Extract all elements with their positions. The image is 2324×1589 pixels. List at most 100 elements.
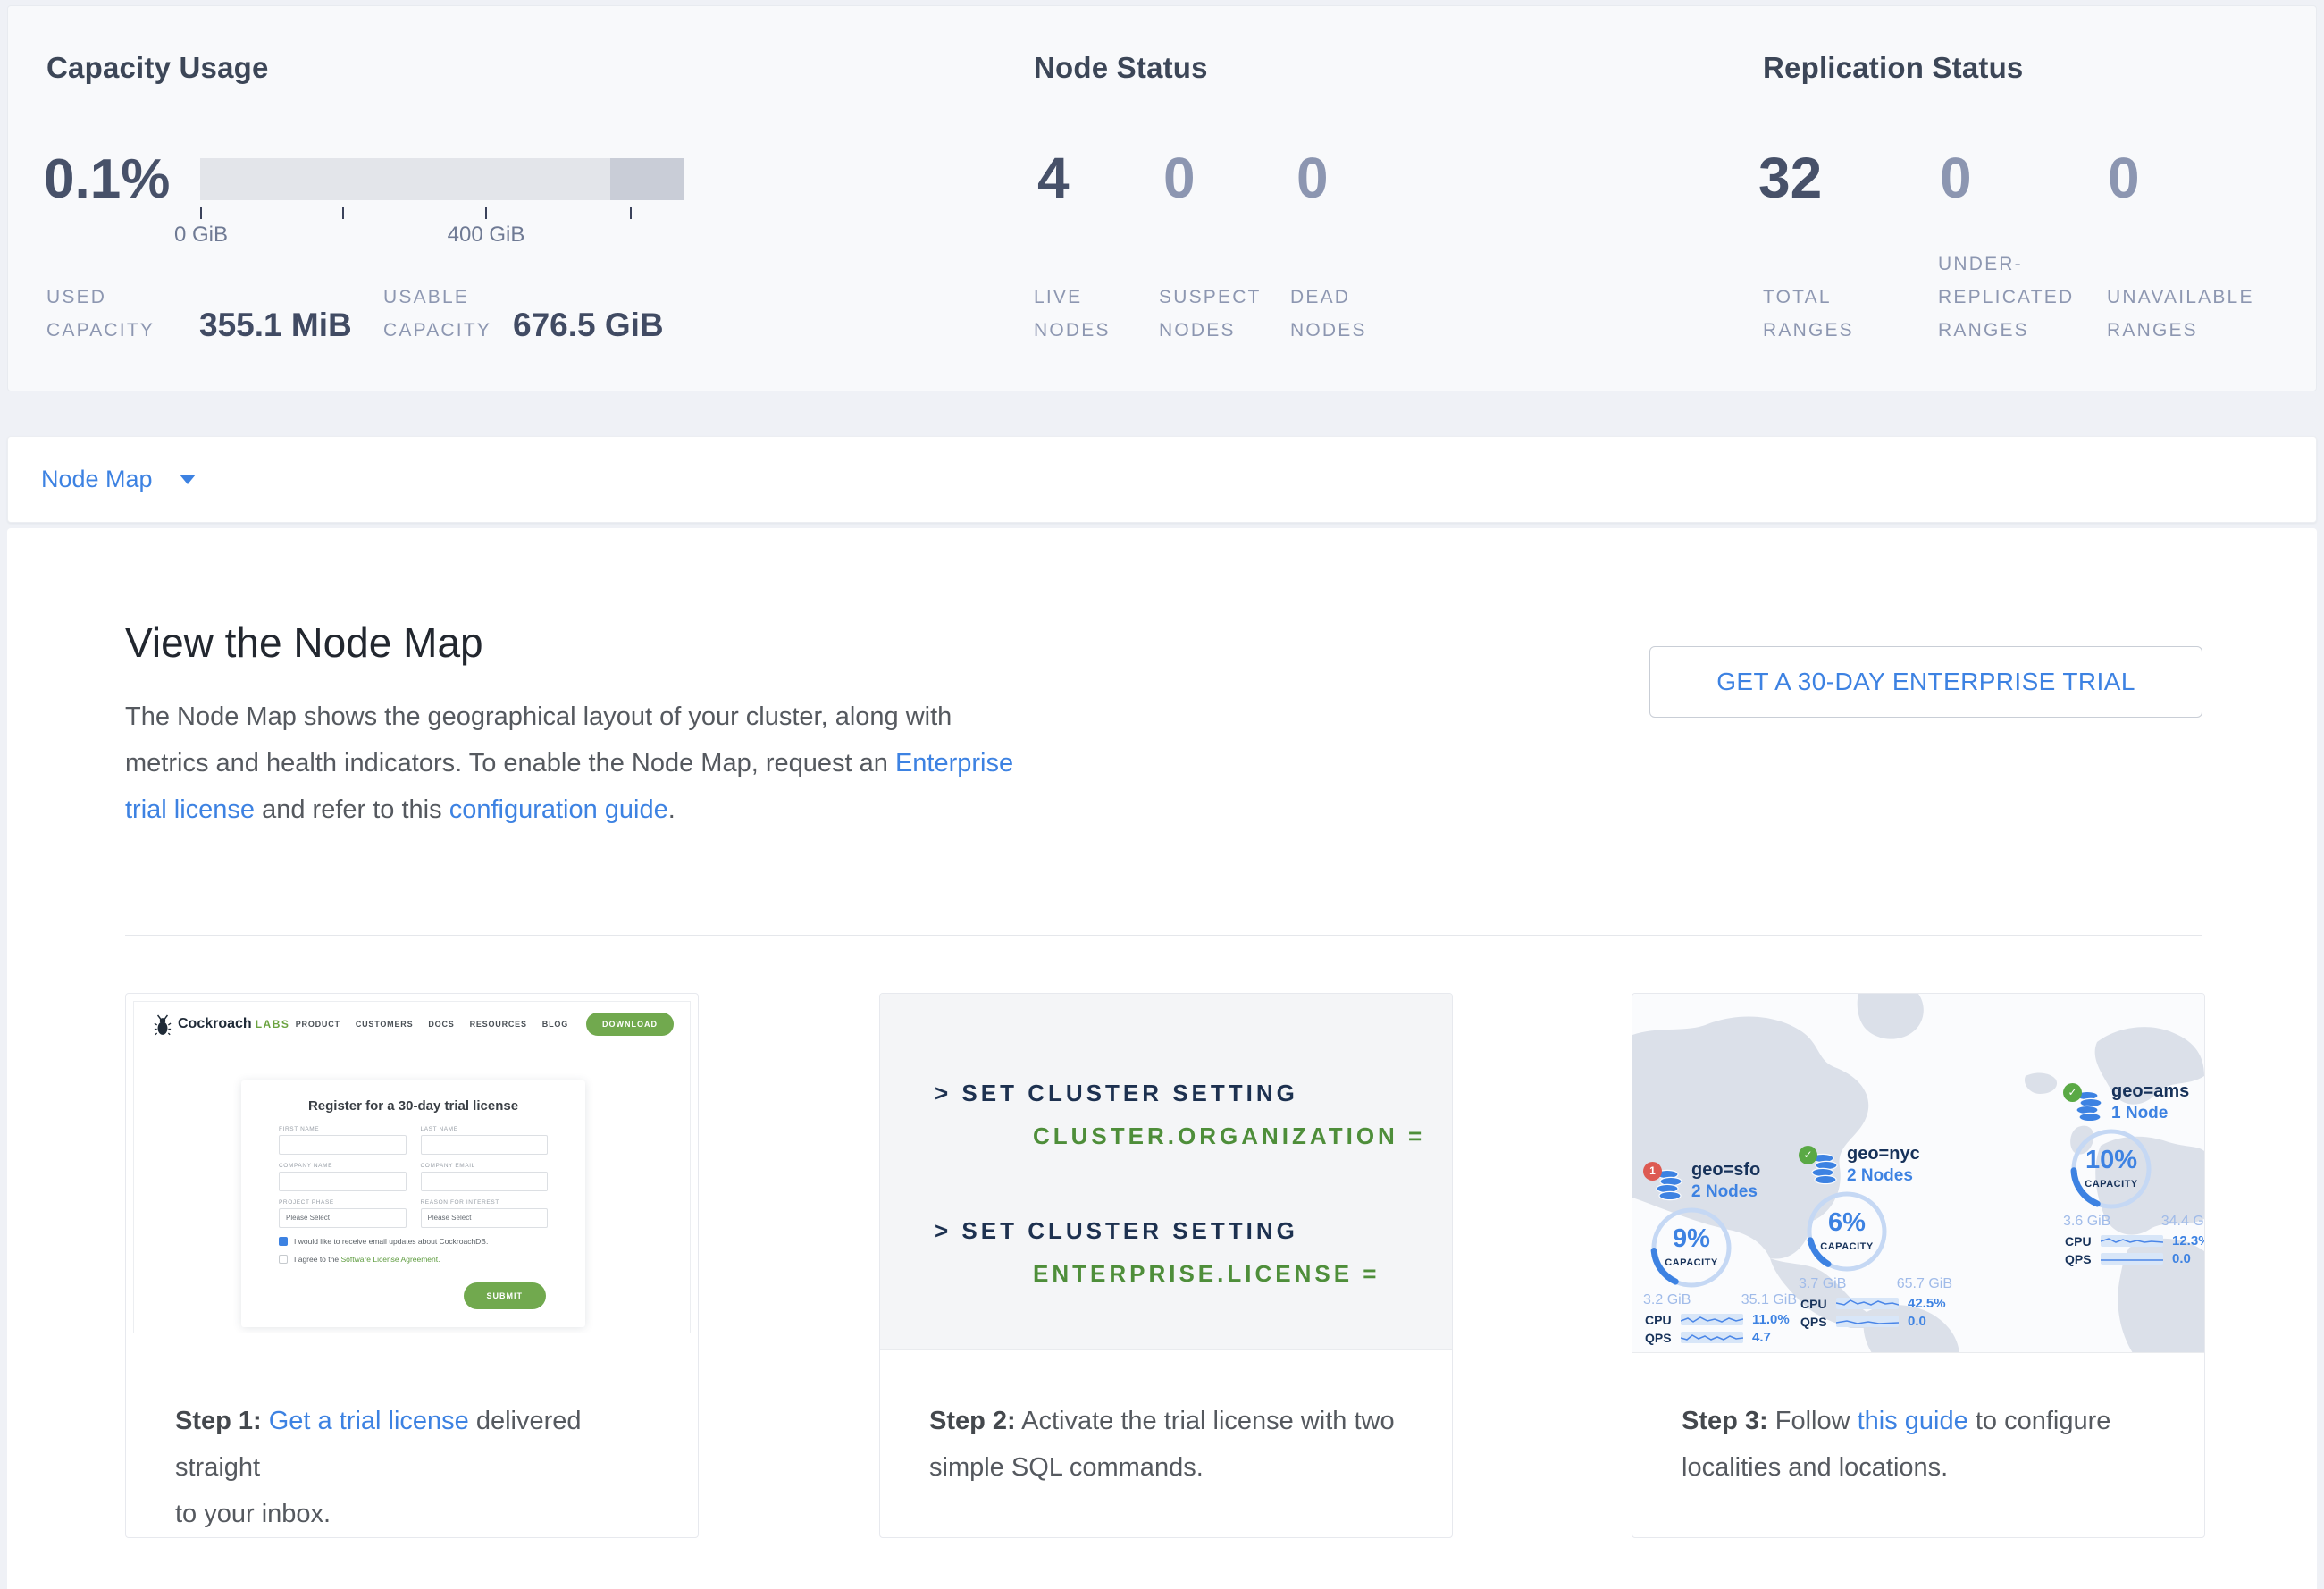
capacity-bar — [200, 158, 684, 200]
used-capacity-label: USEDCAPACITY — [46, 281, 155, 347]
content-area: View the Node Map The Node Map shows the… — [7, 528, 2317, 1589]
map-node-nyc: ✓ geo=nyc 2 Nodes 6% — [1799, 1142, 1951, 1332]
mini-reason-select: Please Select — [421, 1208, 549, 1228]
text-link[interactable]: configuration guide — [449, 795, 668, 824]
locality-node-count: 2 Nodes — [1847, 1166, 1913, 1186]
sql-line: > SET CLUSTER SETTING — [935, 1217, 1298, 1245]
mini-company-name-input — [279, 1172, 407, 1191]
mini-nav-item: CUSTOMERS — [356, 1020, 414, 1029]
mini-site-logo: Cockroach LABS — [154, 1013, 289, 1036]
qps-metric-row: QPS 0.0 — [2065, 1251, 2204, 1266]
total-ranges-label: TOTALRANGES — [1763, 281, 1854, 347]
healthy-check-icon: ✓ — [2063, 1083, 2082, 1102]
capacity-usage-title: Capacity Usage — [46, 51, 269, 85]
sql-commands-panel: > SET CLUSTER SETTING CLUSTER.ORGANIZATI… — [880, 994, 1452, 1350]
gauge-capacity-label: CAPACITY — [1641, 1257, 1741, 1268]
mini-field-label: COMPANY NAME — [279, 1163, 407, 1169]
capacity-total: 35.1 GiB — [1741, 1292, 1797, 1308]
node-map-dropdown-label: Node Map — [41, 466, 153, 493]
dead-nodes-count: 0 — [1296, 149, 1329, 206]
cpu-value: 12.3% — [2172, 1233, 2204, 1248]
dead-nodes-label: DEADNODES — [1290, 281, 1367, 347]
capacity-gauge: 9% CAPACITY — [1650, 1206, 1733, 1289]
capacity-range: 3.6 GiB 34.4 GiB — [2063, 1214, 2204, 1230]
node-map-dropdown[interactable]: Node Map — [41, 437, 196, 522]
axis-tick-label: 0 GiB — [174, 223, 228, 248]
sql-line: CLUSTER.ORGANIZATION = — [1033, 1122, 1425, 1150]
step-3-card: 1 geo=sfo 2 Nodes 9% — [1632, 993, 2205, 1538]
mini-field-label: LAST NAME — [421, 1126, 549, 1132]
healthy-check-icon: ✓ — [1799, 1146, 1817, 1164]
locality-node-count: 2 Nodes — [1691, 1182, 1758, 1202]
capacity-bar-reserved-segment — [610, 158, 684, 200]
gauge-capacity-label: CAPACITY — [1797, 1241, 1897, 1252]
cpu-metric-row: CPU 11.0% — [1645, 1312, 1795, 1327]
mini-license-agreement-checkbox-row: I agree to the Software License Agreemen… — [279, 1255, 548, 1264]
axis-tick — [630, 207, 632, 219]
text-link[interactable]: this guide — [1858, 1407, 1968, 1435]
mini-nav-item: PRODUCT — [296, 1020, 340, 1029]
axis-tick-label: 400 GiB — [448, 223, 525, 248]
capacity-gauge: 10% CAPACITY — [2070, 1128, 2152, 1210]
page-title: View the Node Map — [125, 622, 483, 663]
checkbox-checked-icon — [279, 1237, 288, 1246]
capacity-range: 3.2 GiB 35.1 GiB — [1643, 1292, 1797, 1308]
cpu-sparkline — [2101, 1235, 2163, 1247]
capacity-total: 34.4 GiB — [2161, 1214, 2204, 1230]
unavailable-count: 0 — [2108, 149, 2140, 206]
mini-checkbox-label: I agree to the Software License Agreemen… — [294, 1255, 440, 1264]
live-nodes-count: 4 — [1037, 149, 1070, 206]
text-link[interactable]: trial license — [125, 795, 255, 824]
gauge-percent: 10% — [2070, 1146, 2152, 1175]
enterprise-trial-button[interactable]: GET A 30-DAY ENTERPRISE TRIAL — [1649, 646, 2202, 718]
qps-value: 0.0 — [2172, 1251, 2191, 1266]
cpu-sparkline — [1836, 1298, 1899, 1309]
locality-name: geo=ams — [2111, 1081, 2189, 1102]
trial-registration-screenshot: Cockroach LABS PRODUCT CUSTOMERS DOCS RE… — [133, 1001, 691, 1333]
cpu-metric-row: CPU 12.3% — [2065, 1233, 2204, 1248]
mini-brand-name: Cockroach — [178, 1016, 252, 1032]
mini-first-name-input — [279, 1135, 407, 1155]
text-link[interactable]: Get a trial license — [269, 1407, 469, 1435]
step-1-card: Cockroach LABS PRODUCT CUSTOMERS DOCS RE… — [125, 993, 699, 1538]
qps-label: QPS — [1645, 1331, 1681, 1345]
mini-field-label: COMPANY EMAIL — [421, 1163, 549, 1169]
cpu-metric-row: CPU 42.5% — [1800, 1296, 1951, 1311]
suspect-nodes-label: SUSPECTNODES — [1159, 281, 1262, 347]
node-status-title: Node Status — [1034, 51, 1208, 85]
caret-down-icon — [180, 475, 196, 484]
replication-status-title: Replication Status — [1763, 51, 2023, 85]
text-link[interactable]: Enterprise — [895, 749, 1013, 778]
under-replicated-count: 0 — [1940, 149, 1972, 206]
checkbox-unchecked-icon — [279, 1255, 288, 1264]
mini-field-label: FIRST NAME — [279, 1126, 407, 1132]
node-map-preview: 1 geo=sfo 2 Nodes 9% — [1632, 994, 2204, 1353]
axis-tick — [342, 207, 344, 219]
suspect-nodes-count: 0 — [1163, 149, 1196, 206]
cpu-label: CPU — [1800, 1297, 1836, 1311]
capacity-percent: 0.1% — [44, 152, 170, 207]
cpu-label: CPU — [2065, 1234, 2101, 1248]
unavailable-label: UNAVAILABLERANGES — [2107, 281, 2254, 347]
step-2-caption: Step 2: Activate the trial license with … — [929, 1398, 1416, 1491]
map-node-ams: ✓ geo=ams 1 Node 10% — [2063, 1080, 2204, 1269]
mini-project-phase-select: Please Select — [279, 1208, 407, 1228]
qps-sparkline — [2101, 1253, 2163, 1265]
qps-label: QPS — [1800, 1315, 1836, 1329]
mini-nav-item: DOCS — [428, 1020, 454, 1029]
mini-site-header: Cockroach LABS PRODUCT CUSTOMERS DOCS RE… — [134, 1002, 690, 1047]
mini-submit-button: SUBMIT — [464, 1282, 547, 1309]
qps-value: 4.7 — [1752, 1330, 1771, 1345]
warning-count-badge: 1 — [1643, 1162, 1662, 1181]
mini-email-updates-checkbox-row: I would like to receive email updates ab… — [279, 1237, 548, 1246]
under-replicated-label: UNDER-REPLICATEDRANGES — [1938, 248, 2074, 347]
capacity-range: 3.7 GiB 65.7 GiB — [1799, 1276, 1952, 1292]
qps-metric-row: QPS 0.0 — [1800, 1314, 1951, 1329]
qps-value: 0.0 — [1908, 1314, 1926, 1329]
gauge-percent: 6% — [1806, 1208, 1888, 1238]
usable-capacity-value: 676.5 GiB — [513, 307, 664, 344]
mini-site-nav: PRODUCT CUSTOMERS DOCS RESOURCES BLOG DO… — [281, 1002, 674, 1047]
cpu-sparkline — [1681, 1314, 1743, 1325]
total-ranges-count: 32 — [1758, 149, 1822, 206]
mini-download-button: DOWNLOAD — [586, 1013, 674, 1036]
